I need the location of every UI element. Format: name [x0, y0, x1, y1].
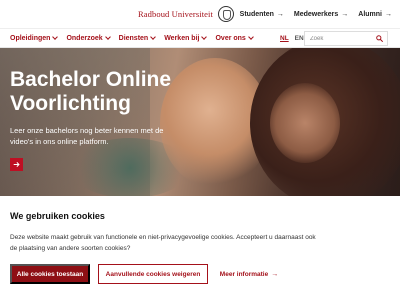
nav-menu: Opleidingen Onderzoek Diensten Werken bi…: [10, 29, 254, 48]
chevron-down-icon: [248, 34, 254, 40]
nav-item-onderzoek[interactable]: Onderzoek: [66, 34, 111, 42]
nav-item-werken-bij[interactable]: Werken bij: [164, 34, 208, 42]
nav-item-diensten[interactable]: Diensten: [118, 34, 157, 42]
brand-name: Radboud Universiteit: [138, 9, 213, 19]
top-bar: Radboud Universiteit Studenten → Medewer…: [0, 0, 400, 28]
util-link-label: Alumni: [358, 10, 382, 18]
util-link-label: Studenten: [239, 10, 274, 18]
refuse-cookies-button[interactable]: Aanvullende cookies weigeren: [98, 264, 208, 284]
search-input[interactable]: [310, 35, 376, 42]
util-link-alumni[interactable]: Alumni →: [358, 11, 392, 18]
arrow-right-icon: →: [276, 10, 284, 18]
cookie-title: We gebruiken cookies: [10, 211, 105, 221]
search-box: [304, 31, 388, 46]
main-nav: Opleidingen Onderzoek Diensten Werken bi…: [0, 28, 400, 48]
seal-icon: [217, 6, 234, 22]
arrow-right-icon: →: [385, 10, 392, 18]
audience-links: Studenten → Medewerkers → Alumni →: [240, 0, 392, 28]
search-icon[interactable]: [376, 35, 383, 42]
nav-item-over-ons[interactable]: Over ons: [215, 34, 254, 42]
hero-text: Leer onze bachelors nog beter kennen met…: [10, 126, 164, 146]
more-info-label: Meer informatie: [219, 270, 269, 278]
chevron-down-icon: [104, 34, 111, 40]
nav-item-label: Werken bij: [164, 35, 200, 42]
arrow-right-icon: →: [341, 10, 349, 18]
nav-item-opleidingen[interactable]: Opleidingen: [10, 34, 59, 42]
nav-item-label: Diensten: [118, 35, 149, 42]
util-link-label: Medewerkers: [293, 10, 339, 18]
accept-all-cookies-button[interactable]: Alle cookies toestaan: [10, 264, 90, 284]
nav-item-label: Onderzoek: [66, 35, 103, 42]
lang-nl[interactable]: NL: [280, 35, 289, 42]
hero-arrow-button[interactable]: [10, 158, 23, 171]
nav-item-label: Opleidingen: [10, 35, 51, 42]
language-switch: NL EN: [280, 29, 304, 48]
chevron-down-icon: [52, 34, 59, 40]
hero-photo-face: [270, 83, 340, 163]
lang-en[interactable]: EN: [295, 35, 304, 42]
util-link-studenten[interactable]: Studenten →: [240, 11, 284, 18]
hero-title: Bachelor Online Voorlichting: [10, 68, 172, 115]
nav-item-label: Over ons: [215, 35, 246, 42]
util-link-medewerkers[interactable]: Medewerkers →: [294, 11, 348, 18]
cookie-text: Deze website maakt gebruik van functione…: [10, 234, 316, 252]
hero-banner: Bachelor Online Voorlichting Leer onze b…: [0, 48, 400, 196]
chevron-down-icon: [150, 34, 157, 40]
more-info-link[interactable]: Meer informatie →: [214, 264, 284, 284]
arrow-right-icon: →: [271, 270, 279, 278]
chevron-down-icon: [201, 34, 208, 40]
cookie-banner: We gebruiken cookies Deze website maakt …: [0, 196, 400, 300]
arrow-right-icon: [13, 162, 20, 167]
university-logo[interactable]: Radboud Universiteit: [138, 4, 234, 24]
